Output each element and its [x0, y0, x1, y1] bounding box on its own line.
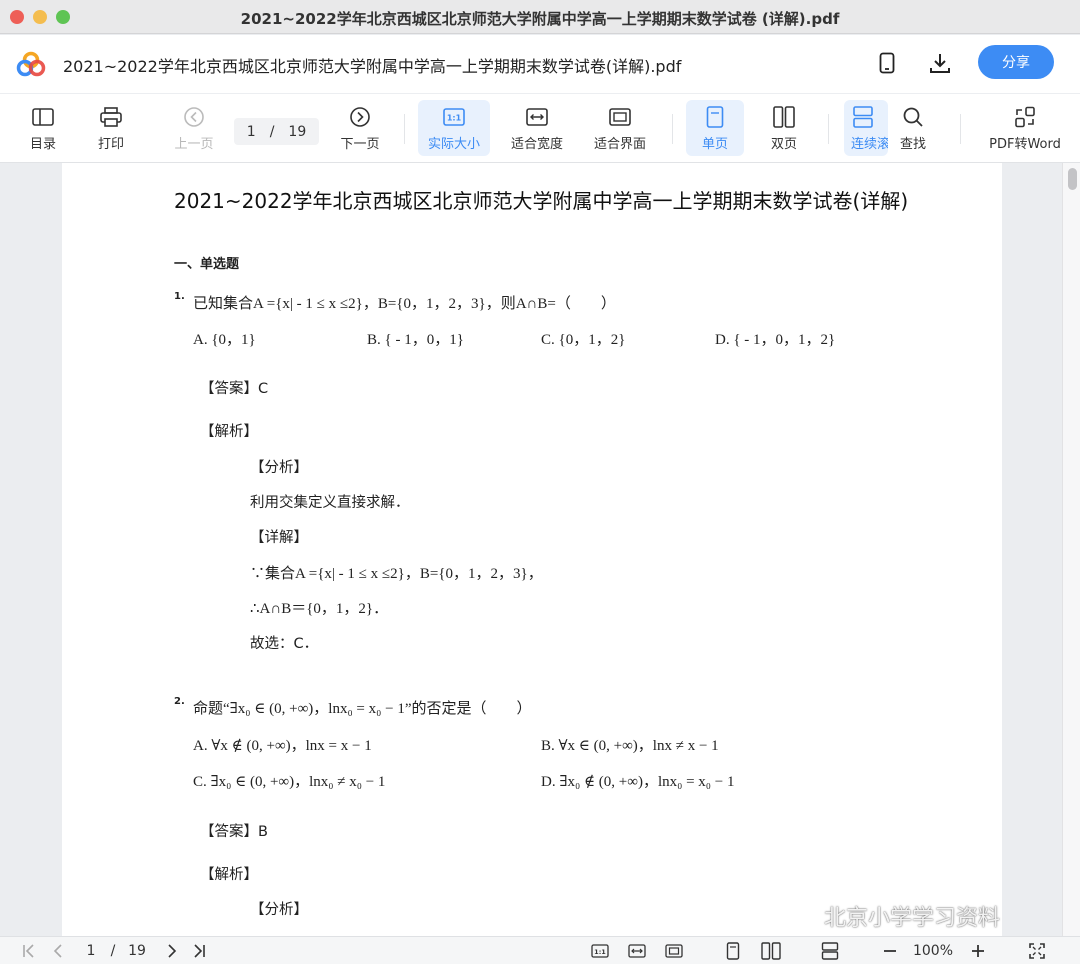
app-logo-icon — [16, 51, 46, 77]
page-number-input[interactable]: 1 / 19 — [234, 118, 319, 145]
fenxi-text: 利用交集定义直接求解． — [250, 495, 410, 511]
pdf-to-word-button[interactable]: PDF转Word — [982, 100, 1068, 156]
continuous-scroll-icon[interactable] — [820, 941, 840, 961]
option-b: B. { - 1，0，1} — [367, 332, 464, 348]
status-page-separator: / — [110, 943, 116, 959]
question-stem: 已知集合A ={x| - 1 ≤ x ≤2}，B={0，1，2，3}，则A∩B=… — [193, 296, 616, 312]
window-title: 2021~2022学年北京西城区北京师范大学附属中学高一上学期期末数学试卷 (详… — [240, 10, 840, 28]
next-page-button[interactable]: 下一页 — [332, 100, 388, 156]
exam-title: 2021~2022学年北京西城区北京师范大学附属中学高一上学期期末数学试卷(详解… — [174, 189, 909, 213]
svg-text:1:1: 1:1 — [594, 948, 606, 956]
app-header: 2021~2022学年北京西城区北京师范大学附属中学高一上学期期末数学试卷(详解… — [0, 35, 1080, 93]
analysis-label: 【解析】 — [200, 867, 258, 883]
single-page-button[interactable]: 单页 — [686, 100, 744, 156]
prev-page-icon[interactable] — [50, 941, 66, 961]
answer-label: 【答案】C — [200, 381, 269, 397]
scrollbar-thumb[interactable] — [1068, 168, 1077, 190]
print-icon — [99, 105, 123, 129]
wechat-icon — [788, 905, 817, 927]
continuous-scroll-button[interactable]: 连续滚 — [844, 100, 888, 156]
fit-width-button[interactable]: 适合宽度 — [503, 100, 571, 156]
print-button[interactable]: 打印 — [86, 100, 136, 156]
toolbar-divider — [672, 114, 673, 144]
fit-page-icon[interactable] — [664, 941, 684, 961]
solution-line: 故选：C． — [250, 636, 319, 652]
option-b: B. ∀x ∈ (0, +∞)，lnx ≠ x − 1 — [541, 738, 719, 754]
first-page-icon[interactable] — [20, 941, 38, 961]
fit-page-icon — [608, 105, 632, 129]
status-total-pages: 19 — [128, 943, 146, 959]
zoom-level: 100% — [912, 943, 954, 959]
svg-text:1:1: 1:1 — [447, 113, 462, 122]
fenxi-label: 【分析】 — [250, 902, 308, 918]
fullscreen-icon[interactable] — [1026, 941, 1048, 961]
window-titlebar: 2021~2022学年北京西城区北京师范大学附属中学高一上学期期末数学试卷 (详… — [0, 0, 1080, 34]
download-icon[interactable] — [928, 51, 952, 75]
single-page-icon[interactable] — [724, 941, 742, 961]
mobile-icon[interactable] — [875, 51, 899, 75]
question-stem: 命题“∃x₀ ∈ (0, +∞)，lnx₀ = x₀ − 1”的否定是（ ） — [193, 701, 532, 717]
toolbar-divider — [960, 114, 961, 144]
question-number: 2. — [174, 696, 185, 707]
fit-width-icon — [525, 105, 549, 129]
last-page-icon[interactable] — [190, 941, 208, 961]
continuous-scroll-icon — [851, 105, 875, 129]
option-c: C. {0，1，2} — [541, 332, 626, 348]
next-circle-icon — [348, 105, 372, 129]
status-current-page[interactable]: 1 — [84, 941, 98, 961]
prev-page-button[interactable]: 上一页 — [166, 100, 222, 156]
analysis-label: 【解析】 — [200, 424, 258, 440]
prev-circle-icon — [182, 105, 206, 129]
vertical-scrollbar[interactable] — [1062, 163, 1080, 936]
status-bar: 1 / 19 1:1 100% — [0, 936, 1080, 964]
fit-page-button[interactable]: 适合界面 — [586, 100, 654, 156]
zoom-in-icon[interactable] — [968, 941, 988, 961]
solution-line: ∴A∩B＝{0，1，2}． — [250, 601, 389, 617]
actual-size-icon[interactable]: 1:1 — [590, 941, 610, 961]
next-page-icon[interactable] — [164, 941, 180, 961]
fit-width-icon[interactable] — [627, 941, 647, 961]
option-a: A. ∀x ∉ (0, +∞)，lnx = x − 1 — [193, 738, 372, 754]
actual-size-icon: 1:1 — [442, 105, 466, 129]
option-c: C. ∃x₀ ∈ (0, +∞)，lnx₀ ≠ x₀ − 1 — [193, 774, 386, 790]
find-button[interactable]: 查找 — [888, 100, 938, 156]
watermark: 北京小学学习资料 — [788, 900, 1000, 932]
answer-label: 【答案】B — [200, 824, 268, 840]
document-title: 2021~2022学年北京西城区北京师范大学附属中学高一上学期期末数学试卷(详解… — [63, 57, 682, 76]
double-page-icon — [772, 105, 796, 129]
section-heading: 一、单选题 — [174, 257, 240, 272]
single-page-icon — [703, 105, 727, 129]
toc-icon — [31, 105, 55, 129]
zoom-out-icon[interactable] — [880, 941, 900, 961]
toolbar: 目录 打印 上一页 1 / 19 下一页 1:1 实际大小 适合宽度 适合界面 … — [0, 93, 1080, 163]
xiangjie-label: 【详解】 — [250, 530, 308, 546]
double-page-icon[interactable] — [760, 941, 782, 961]
double-page-button[interactable]: 双页 — [756, 100, 812, 156]
convert-icon — [1013, 105, 1037, 129]
document-viewer[interactable]: 2021~2022学年北京西城区北京师范大学附属中学高一上学期期末数学试卷(详解… — [0, 163, 1080, 936]
option-d: D. { - 1，0，1，2} — [715, 332, 836, 348]
toolbar-divider — [404, 114, 405, 144]
pdf-page: 2021~2022学年北京西城区北京师范大学附属中学高一上学期期末数学试卷(详解… — [62, 163, 1002, 936]
toolbar-divider — [828, 114, 829, 144]
share-button[interactable]: 分享 — [978, 45, 1054, 79]
option-a: A. {0，1} — [193, 332, 256, 348]
fenxi-label: 【分析】 — [250, 460, 308, 476]
question-number: 1. — [174, 291, 185, 302]
search-icon — [901, 105, 925, 129]
actual-size-button[interactable]: 1:1 实际大小 — [418, 100, 490, 156]
option-d: D. ∃x₀ ∉ (0, +∞)，lnx₀ = x₀ − 1 — [541, 774, 735, 790]
solution-line: ∵集合A ={x| - 1 ≤ x ≤2}，B={0，1，2，3}， — [250, 566, 543, 582]
toc-button[interactable]: 目录 — [18, 100, 68, 156]
